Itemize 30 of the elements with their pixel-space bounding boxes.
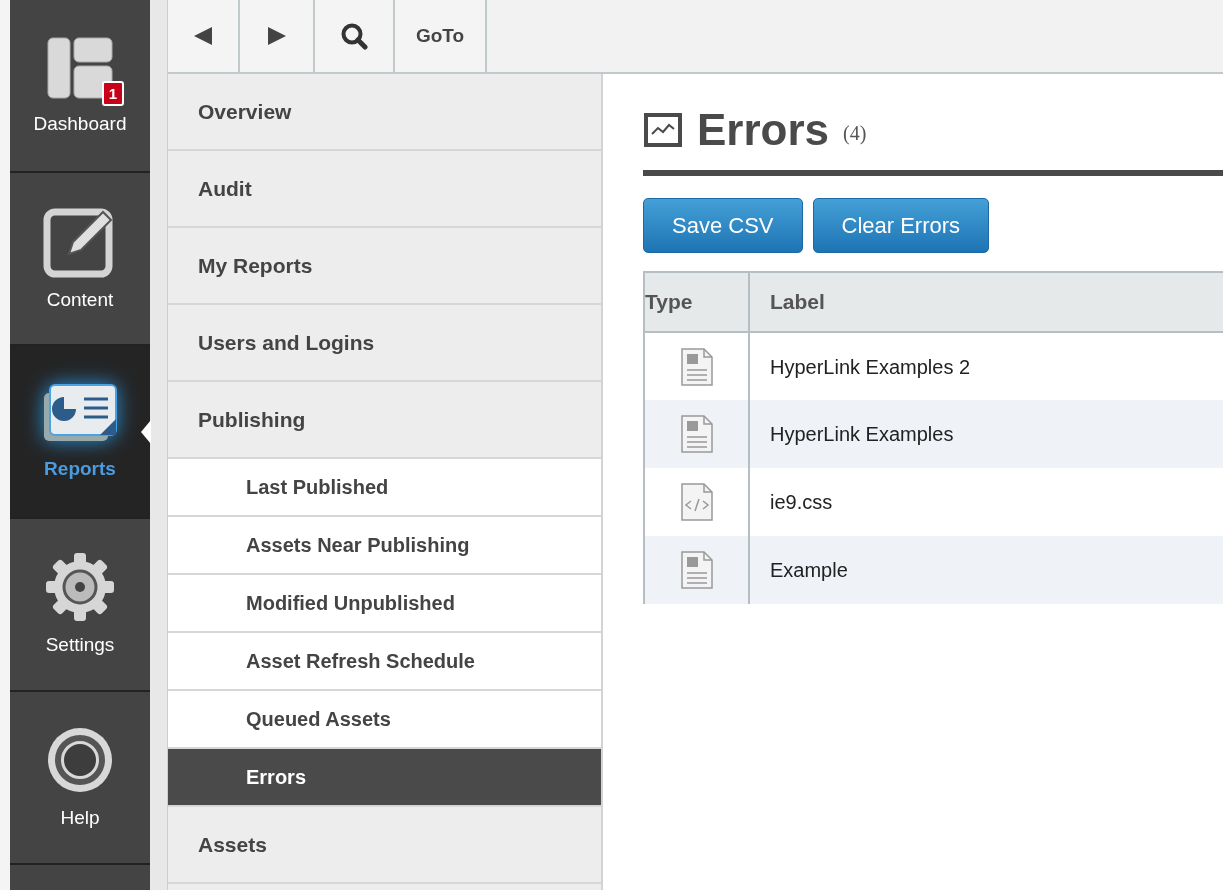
submenu-item[interactable]: Assets Near Publishing [168,517,601,575]
page-title: Errors [697,108,830,152]
nav-rail-item[interactable]: Settings [10,519,150,692]
item-count: (4) [843,121,867,147]
submenu-item[interactable]: Modified Unpublished [168,575,601,633]
document-icon [679,346,714,387]
action-button[interactable]: Save CSV [643,198,803,253]
nav-rail-item[interactable]: Content [10,173,150,346]
column-header[interactable]: Type [644,272,749,332]
notification-badge: 1 [101,81,124,107]
search-icon [340,22,368,50]
action-button[interactable]: Clear Errors [812,198,990,253]
document-icon [679,550,714,590]
column-header[interactable]: Label [749,272,1223,332]
submenu-item[interactable]: Asset Refresh Schedule [168,633,601,691]
table-cell: ie9.css [749,468,1223,536]
document-icon [679,414,714,454]
code-file-icon [679,482,714,522]
submenu-item[interactable]: Errors [168,749,601,807]
submenu-item[interactable]: Last Published [168,459,601,517]
table-cell: HyperLink Examples 2 [749,332,1223,400]
submenu-item[interactable]: Queued Assets [168,691,601,749]
nav-rail-item[interactable]: Reports [10,346,150,519]
nav-rail-item[interactable]: 1 Dashboard [10,0,150,173]
back-icon [192,25,214,47]
forward-icon [265,25,288,47]
table-cell: HyperLink Examples [749,400,1223,468]
nav-rail-item[interactable]: Help [10,692,150,865]
table-cell: Example [749,536,1223,604]
chart-icon [643,112,683,148]
